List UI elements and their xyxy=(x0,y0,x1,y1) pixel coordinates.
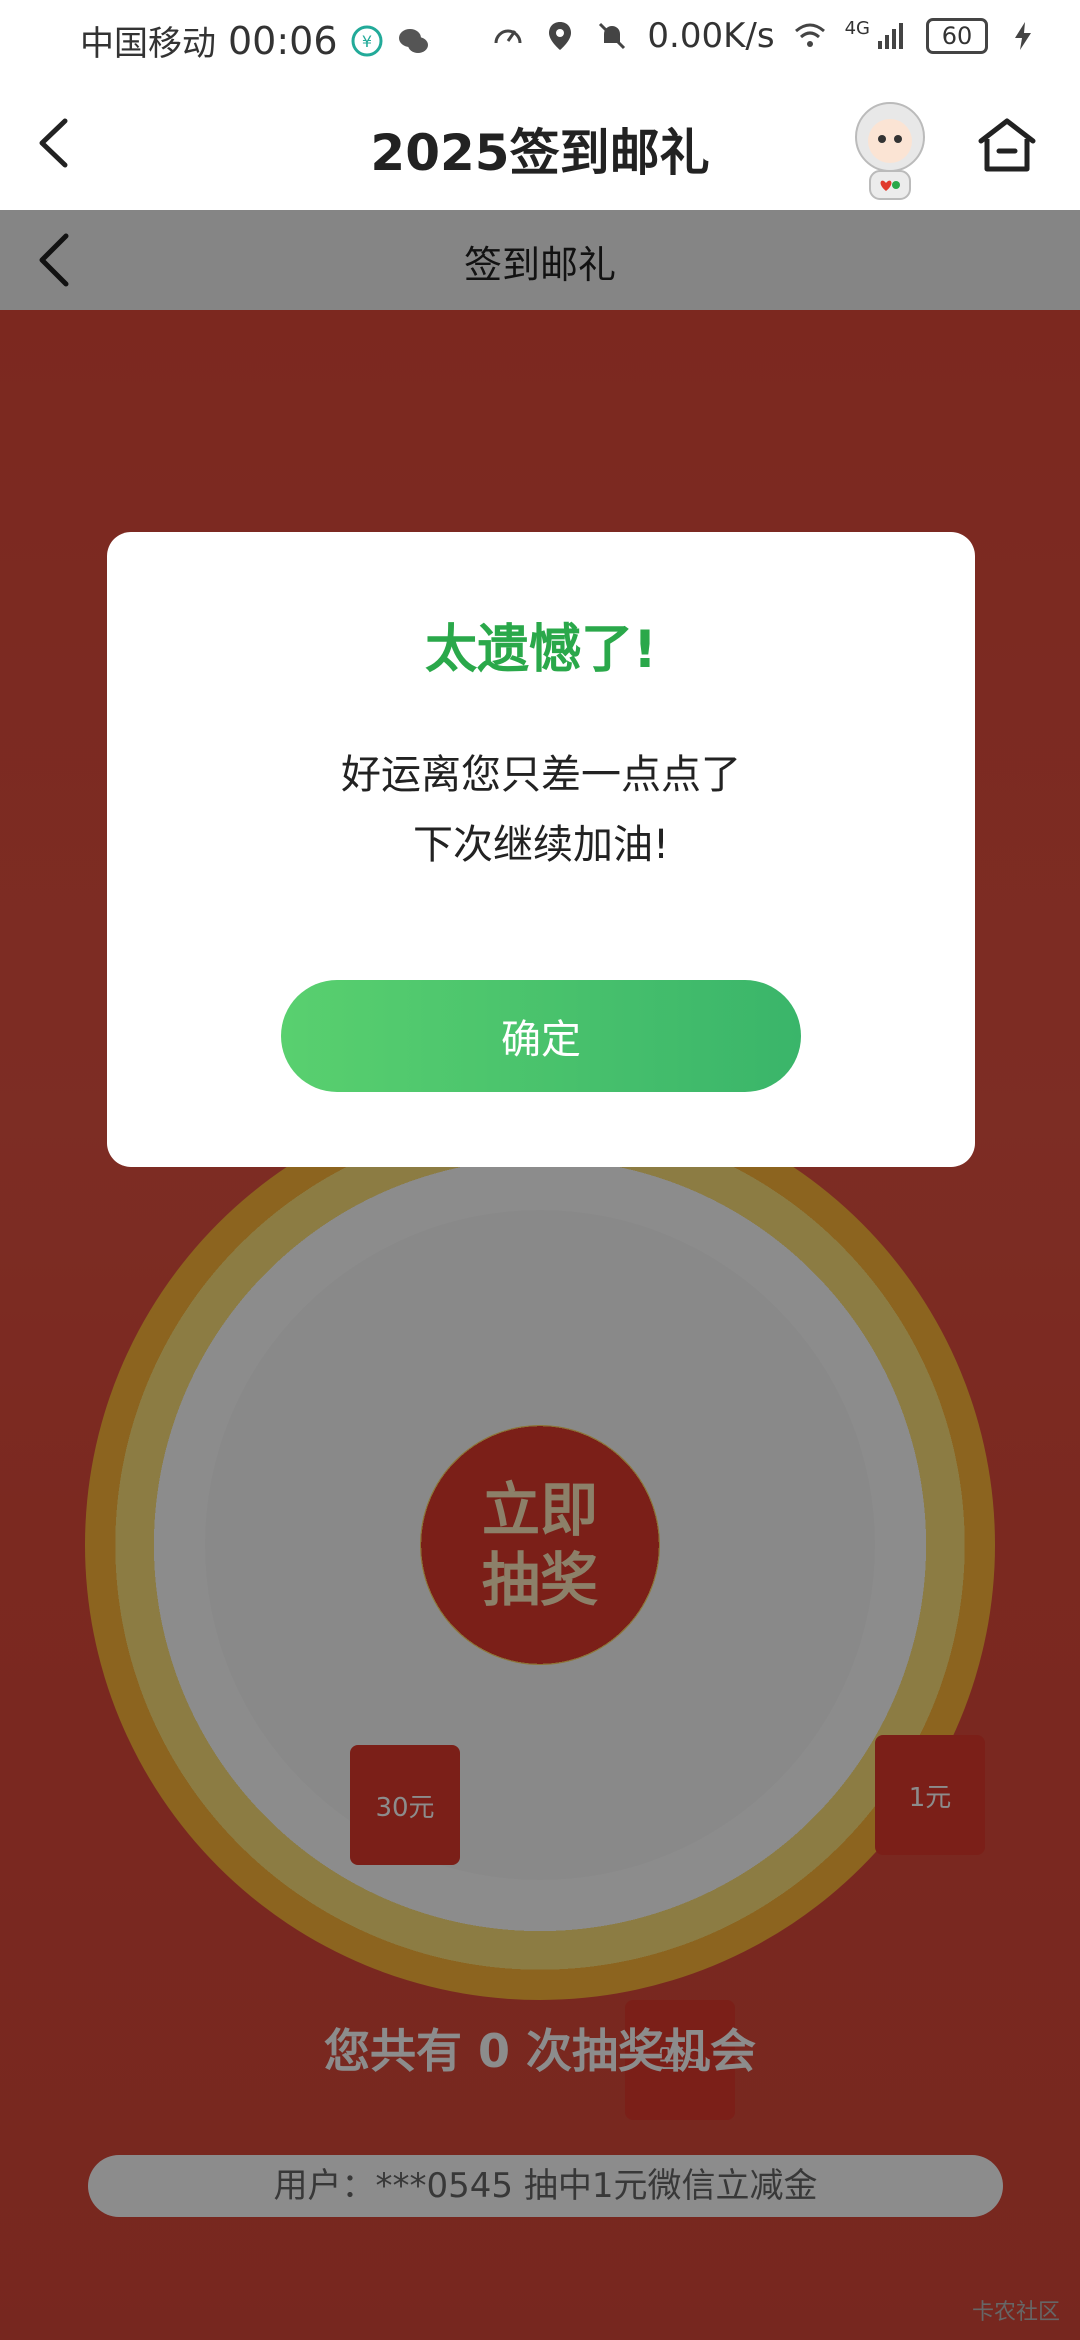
location-icon xyxy=(549,22,572,50)
status-bar: 中国移动 00:06 ¥ 0.00K/s 4G 60 xyxy=(0,0,1080,75)
yuan-app-icon: ¥ xyxy=(351,25,383,56)
battery-level: 60 xyxy=(941,22,973,50)
result-dialog: 太遗憾了! 好运离您只差一点点了 下次继续加油! 确定 xyxy=(107,532,975,1167)
home-icon[interactable] xyxy=(975,113,1039,177)
signal-bars-icon xyxy=(878,23,903,49)
status-right: 0.00K/s 4G 60 xyxy=(491,16,1040,56)
mute-bell-icon xyxy=(599,22,626,50)
speedometer-icon xyxy=(494,29,522,44)
dialog-title: 太遗憾了! xyxy=(425,620,657,680)
battery-indicator: 60 xyxy=(926,18,988,54)
app-header: 2025签到邮礼 xyxy=(0,75,1080,210)
wechat-icon xyxy=(398,28,428,53)
charging-bolt-icon xyxy=(1015,22,1031,50)
svg-text:¥: ¥ xyxy=(361,32,371,51)
carrier-label: 中国移动 xyxy=(80,24,216,64)
signal-label: 4G xyxy=(844,17,870,39)
dialog-message-line2: 下次继续加油! xyxy=(412,822,670,868)
clock: 00:06 xyxy=(228,18,338,63)
status-left: 中国移动 00:06 ¥ xyxy=(80,16,430,65)
confirm-button[interactable]: 确定 xyxy=(281,980,801,1092)
modal-backdrop[interactable] xyxy=(0,210,1080,2340)
mascot-avatar[interactable] xyxy=(840,95,940,205)
wifi-icon xyxy=(794,23,825,47)
dialog-message-line1: 好运离您只差一点点了 xyxy=(341,752,741,798)
network-speed: 0.00K/s xyxy=(647,16,775,56)
watermark: 卡农社区 xyxy=(971,2300,1060,2325)
